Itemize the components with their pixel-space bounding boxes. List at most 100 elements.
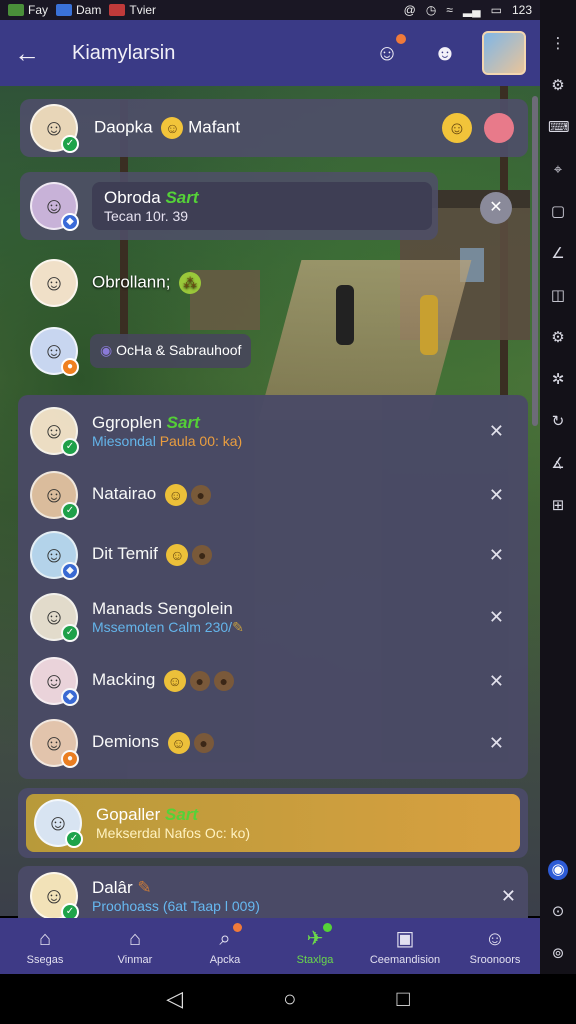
chat-subtitle: Proohoass (6at Taap l 009) — [92, 898, 260, 914]
chat-name: Manads Sengolein — [92, 598, 233, 618]
avatar: ☺ ● — [30, 719, 79, 768]
bear-emoji-icon: ● — [189, 671, 210, 691]
chat-list: ☺ ✓ Ggroplen Sart Miesondal Paula 00: ka)… — [18, 395, 528, 779]
avatar: ☺ ✓ — [34, 799, 83, 848]
camera-icon[interactable]: ⊚ — [548, 944, 568, 964]
chat-item[interactable]: ☺ Obrollann; ⁂ — [30, 258, 290, 308]
nav-item-profile[interactable]: ☺ Sroonoors — [450, 918, 540, 974]
chat-name: Natairao — [92, 484, 157, 504]
close-icon[interactable]: ✕ — [489, 421, 504, 442]
close-icon[interactable]: ✕ — [489, 733, 504, 754]
close-icon[interactable]: ✕ — [501, 886, 516, 907]
close-icon[interactable]: ✕ — [489, 485, 504, 506]
chat-name: Daopka ☺ Mafant — [94, 117, 240, 139]
explore-icon: ✈ — [302, 922, 332, 951]
location-icon[interactable]: ⌖ — [548, 160, 568, 180]
bear-emoji-icon: ● — [192, 545, 213, 565]
keyboard-icon[interactable]: ⌨ — [548, 118, 570, 138]
chat-bubble: ◉ OcHa & Sabrauhoof — [90, 334, 252, 368]
gear-icon[interactable]: ⚙ — [548, 328, 568, 348]
status-bar: Fay Dam Tvier @ ◷ ≈ ▂▄ ▭ 123 — [0, 0, 540, 20]
smile-emoji-icon: ☺ — [163, 670, 186, 692]
status-badge: ● — [61, 750, 79, 768]
chat-subtitle: Mekserdal Nafos Oc: ko) — [96, 825, 251, 841]
bear-emoji-icon: ● — [190, 485, 211, 505]
status-badge: ✓ — [61, 624, 79, 642]
profile-icon: ☺ — [484, 927, 506, 950]
nav-item-search[interactable]: ⌕ Apcka — [180, 918, 270, 974]
screen-icon[interactable]: ▢ — [548, 202, 568, 222]
chat-subtitle-time: Paula 00: ka) — [159, 433, 243, 449]
list-item[interactable]: ☺ ● Demions ☺ ● ✕ — [30, 713, 516, 773]
chat-name: Obrollann; ⁂ — [92, 272, 202, 294]
background-person — [336, 285, 354, 345]
recents-square-icon[interactable]: □ — [396, 986, 409, 1012]
profile-avatar[interactable] — [482, 31, 526, 75]
tag-label: Sart — [165, 188, 199, 207]
clock-icon: ◷ — [425, 3, 437, 17]
system-nav-bar: ◁ ○ □ — [0, 974, 576, 1024]
list-item[interactable]: ☺ ✓ Manads Sengolein Mssemoten Calm 230/✎… — [30, 587, 516, 647]
avatar: ☺ — [30, 259, 78, 307]
volume-icon[interactable]: ∡ — [548, 454, 568, 474]
close-icon[interactable]: ✕ — [489, 607, 504, 628]
chat-name: Gopaller — [96, 805, 161, 824]
highlighted-chat-container: ☺ ✓ Gopaller Sart Mekserdal Nafos Oc: ko) — [18, 788, 528, 858]
shake-icon[interactable]: ∠ — [548, 244, 568, 264]
ghost-icon[interactable]: ☻ — [430, 38, 460, 68]
settings-icon[interactable]: ⚙ — [548, 76, 568, 96]
chat-item[interactable]: ☺ ● ◉ OcHa & Sabrauhoof — [30, 325, 290, 377]
house-icon: ⌂ — [128, 927, 142, 950]
chat-item[interactable]: ☺ ✓ Daopka ☺ Mafant ☺ — [20, 99, 528, 157]
dots-emoji-icon: ⁂ — [179, 272, 202, 294]
nav-item-explore[interactable]: ✈ Staxlga — [270, 918, 360, 974]
chat-item[interactable]: ☺ ✓ Dalâr ✎ Proohoass (6at Taap l 009) ✕ — [18, 866, 528, 926]
pencil-icon: ✎ — [232, 618, 244, 635]
status-badge: ✓ — [61, 135, 79, 153]
page-title: Kiamylarsin — [72, 41, 176, 64]
wifi-icon: ≈ — [446, 3, 453, 17]
chat-name: Macking — [92, 670, 156, 690]
list-item[interactable]: ☺ ◆ Macking ☺ ● ● ✕ — [30, 651, 516, 711]
search-icon: ⌕ — [212, 922, 242, 951]
notification-dot — [233, 922, 242, 932]
avatar: ☺ ◆ — [30, 531, 79, 580]
signal-icon: ▂▄ — [462, 3, 481, 17]
heart-icon[interactable] — [484, 113, 514, 143]
nav-item-home[interactable]: ⌂ Ssegas — [0, 918, 90, 974]
pencil-icon: ✎ — [137, 878, 152, 897]
list-item[interactable]: ☺ ✓ Natairao ☺ ● ✕ — [30, 465, 516, 525]
bear-emoji-icon: ● — [213, 671, 234, 691]
rotate-icon[interactable]: ↻ — [548, 412, 568, 432]
home-circle-icon[interactable]: ○ — [283, 986, 296, 1012]
battery-icon: ▭ — [490, 3, 502, 17]
emulator-sidebar: ⋮ ⚙ ⌨ ⌖ ▢ ∠ ◫ ⚙ ✲ ↻ ∡ ⊞ ◉ ⊙ ⊚ — [540, 0, 576, 1024]
multi-instance-icon[interactable]: ✲ — [548, 370, 568, 390]
chat-bot-icon[interactable]: ☺ — [372, 34, 406, 68]
close-icon[interactable]: ✕ — [480, 192, 512, 224]
close-icon[interactable]: ✕ — [489, 671, 504, 692]
home-icon: ⌂ — [38, 927, 52, 950]
back-triangle-icon[interactable]: ◁ — [166, 986, 183, 1012]
chat-name: Dit Temif — [92, 544, 158, 564]
nav-item-house[interactable]: ⌂ Vinmar — [90, 918, 180, 974]
tag-label: Sart — [165, 805, 199, 824]
apk-icon[interactable]: ⊞ — [548, 496, 568, 516]
list-item[interactable]: ☺ ✓ Ggroplen Sart Miesondal Paula 00: ka)… — [30, 401, 516, 461]
menu-icon[interactable]: ⋮ — [548, 34, 568, 54]
status-badge: ✓ — [61, 502, 79, 520]
account-icon[interactable]: ◉ — [548, 860, 568, 880]
status-badge: ◆ — [61, 213, 79, 231]
nav-item-image[interactable]: ▣ Ceemandision — [360, 918, 450, 974]
list-item[interactable]: ☺ ◆ Dit Temif ☺ ● ✕ — [30, 525, 516, 585]
folder-icon[interactable]: ◫ — [548, 286, 568, 306]
avatar: ☺ ✓ — [30, 593, 79, 642]
highlighted-chat-item[interactable]: ☺ ✓ Gopaller Sart Mekserdal Nafos Oc: ko) — [26, 794, 520, 852]
close-icon[interactable]: ✕ — [489, 545, 504, 566]
chat-item[interactable]: ☺ ◆ Obroda Sart Tecan 10r. 39 — [20, 172, 438, 240]
record-icon[interactable]: ⊙ — [548, 902, 568, 922]
smile-emoji-icon: ☺ — [164, 484, 187, 506]
chat-name: Obroda — [104, 188, 161, 207]
scrollbar[interactable] — [532, 96, 538, 426]
back-arrow-icon[interactable]: ← — [14, 38, 48, 69]
